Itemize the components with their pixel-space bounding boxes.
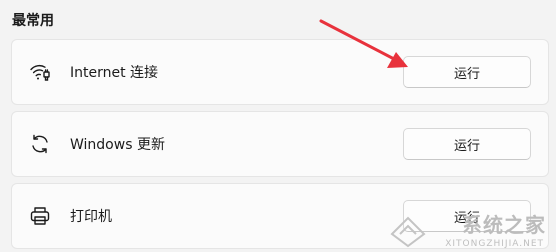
- watermark-title: 系统之家: [462, 213, 546, 237]
- watermark-logo: [390, 216, 426, 248]
- section-title: 最常用: [12, 13, 54, 29]
- troubleshooter-windows-update: Windows 更新 运行: [11, 111, 549, 177]
- printer-icon: [29, 205, 51, 227]
- wifi-ethernet-icon: [29, 61, 51, 83]
- troubleshooter-internet: Internet 连接 运行: [11, 39, 549, 105]
- sync-icon: [29, 133, 51, 155]
- run-button-internet[interactable]: 运行: [403, 56, 531, 88]
- watermark: 系统之家 XITONGZHIJIA.NET: [380, 202, 550, 250]
- watermark-subtitle: XITONGZHIJIA.NET: [445, 239, 544, 249]
- troubleshooter-label-internet: Internet 连接: [70, 65, 159, 81]
- troubleshooter-label-printer: 打印机: [70, 209, 112, 225]
- troubleshooter-label-windows-update: Windows 更新: [70, 137, 165, 153]
- run-button-windows-update[interactable]: 运行: [403, 128, 531, 160]
